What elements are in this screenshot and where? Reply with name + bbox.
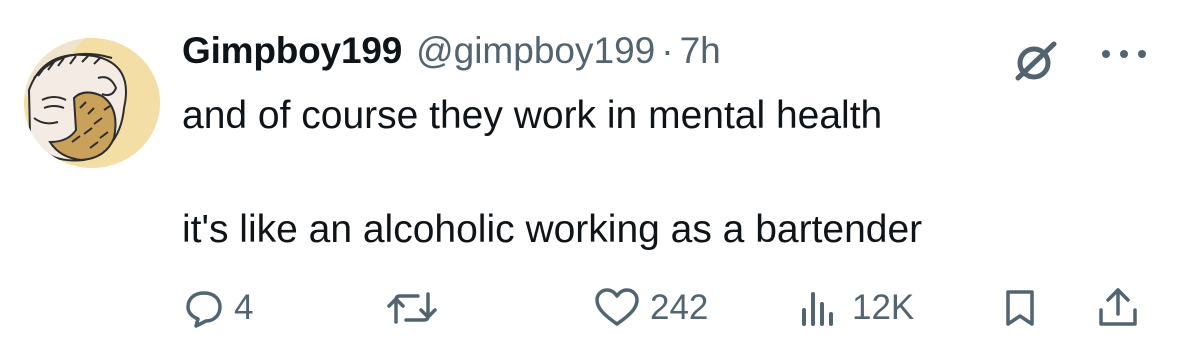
heart-icon: [595, 288, 639, 326]
views-count: 12K: [852, 288, 915, 327]
like-count: 242: [650, 288, 709, 327]
reply-icon: [186, 291, 222, 328]
reply-count: 4: [234, 288, 254, 327]
like-button[interactable]: 242: [594, 280, 708, 336]
tweet-header: Gimpboy199 @gimpboy199 · 7h: [182, 30, 721, 90]
grok-icon[interactable]: [1012, 38, 1058, 84]
share-icon: [1099, 288, 1137, 326]
tweet-text-line-1: and of course they work in mental health: [182, 94, 883, 137]
display-name[interactable]: Gimpboy199: [182, 30, 402, 72]
retweet-icon: [387, 292, 437, 324]
separator-dot: ·: [661, 30, 674, 71]
tweet-actions: 4 242 12K: [0, 280, 1178, 340]
more-icon[interactable]: [1098, 44, 1150, 64]
user-handle[interactable]: @gimpboy199: [416, 30, 655, 72]
views-button[interactable]: 12K: [800, 280, 914, 336]
reply-button[interactable]: 4: [184, 280, 253, 336]
avatar[interactable]: [24, 38, 160, 168]
tweet-text-line-2: it's like an alcoholic working as a bart…: [182, 208, 923, 251]
timestamp[interactable]: 7h: [680, 30, 721, 72]
bookmark-icon: [1006, 290, 1034, 326]
cartoon-bearded-man-avatar-icon: [24, 38, 160, 168]
views-icon: [802, 292, 833, 326]
retweet-button[interactable]: [386, 280, 438, 336]
bookmark-button[interactable]: [1002, 280, 1038, 336]
share-button[interactable]: [1096, 280, 1140, 336]
